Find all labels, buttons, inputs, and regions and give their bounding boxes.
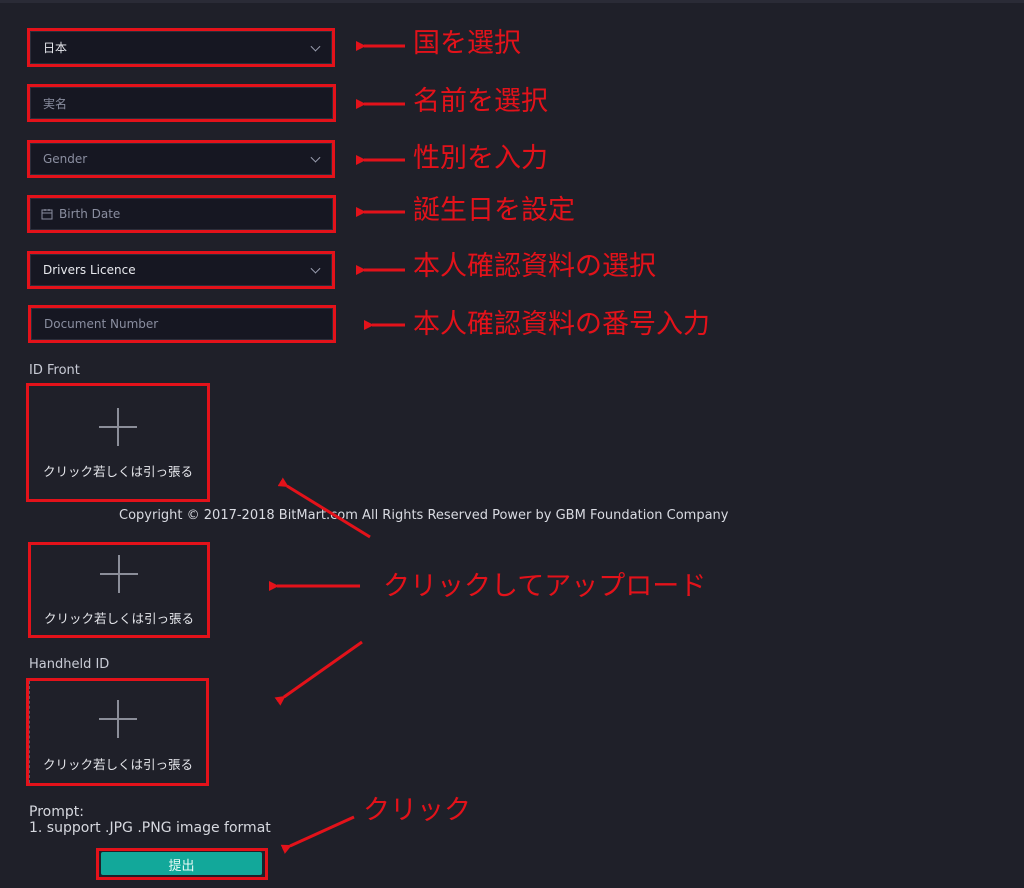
arrow-icon	[280, 815, 355, 854]
arrow-icon	[277, 477, 371, 539]
annotation-arrows	[269, 41, 405, 854]
arrow-icon	[274, 640, 363, 706]
